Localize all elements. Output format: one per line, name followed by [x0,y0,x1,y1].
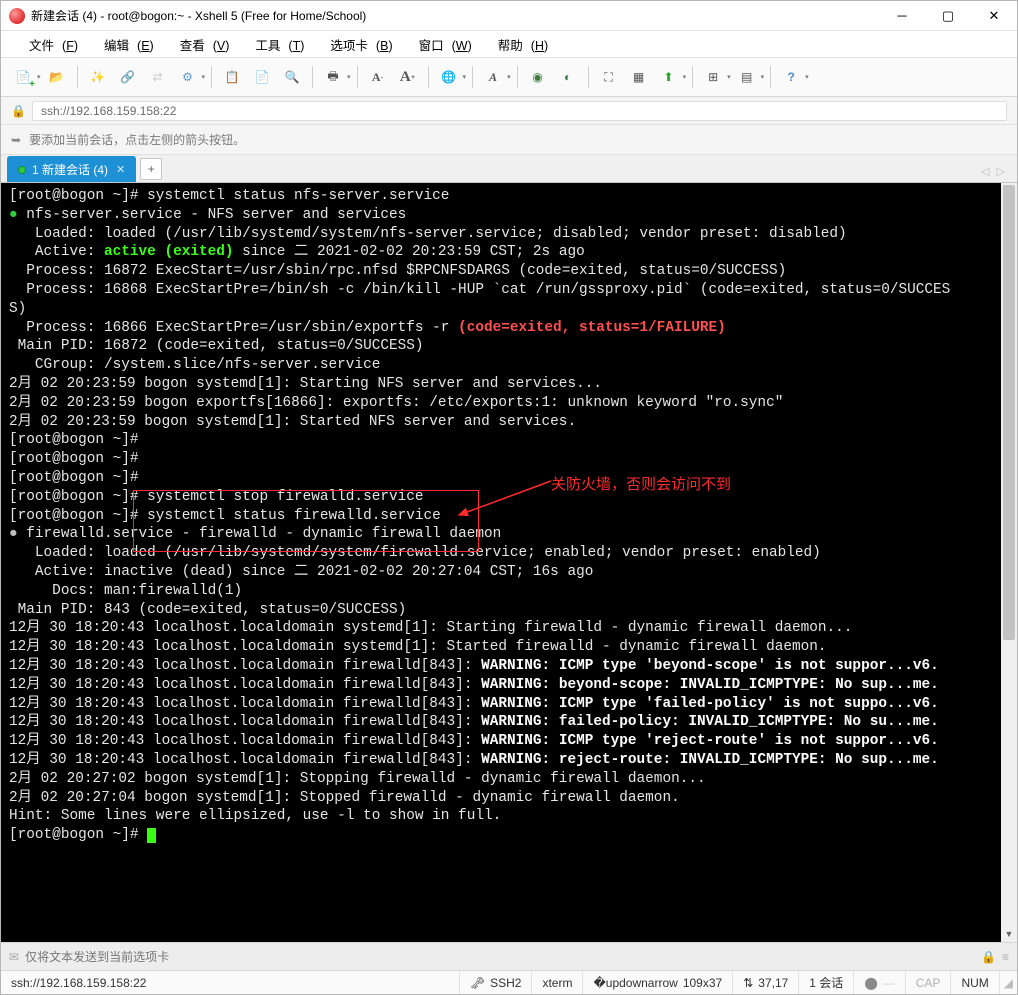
toolbar: 📄+▾ 📂 ✨ 🔗 ⇄ ⚙▾ 📋 📄 🔍 🖶▾ A- A+ 🌐▾ A▾ ◉ ◐ … [1,57,1017,97]
status-num: NUM [950,971,998,994]
status-traffic: ⬤— [853,971,904,994]
annotation-text: 关防火墙，否则会访问不到 [551,473,731,494]
menu-file[interactable]: 文件(F) [13,33,86,56]
send-lock-icon[interactable]: 🔒 [981,950,996,964]
tab-label: 1 新建会话 (4) [32,161,108,178]
status-term: xterm [531,971,582,994]
send-input[interactable] [25,950,975,964]
new-session-icon[interactable]: 📄+ [9,63,37,91]
status-size: �updownarrow109x37 [582,971,732,994]
status-cursor-pos: ⇅37,17 [732,971,798,994]
status-sessions: 1 会话 [798,971,853,994]
lock-icon: 🔒 [11,104,26,118]
tab-close-icon[interactable]: ✕ [116,163,125,176]
menu-help[interactable]: 帮助(H) [482,33,556,56]
session-hint-text: 要添加当前会话，点击左侧的箭头按钮。 [29,131,245,148]
copy-icon[interactable]: 📋 [218,63,246,91]
app-window: 新建会话 (4) - root@bogon:~ - Xshell 5 (Free… [0,0,1018,995]
transfer-icon[interactable]: ⬆ [655,63,683,91]
statusbar: ssh://192.168.159.158:22 🗝SSH2 xterm �up… [1,970,1017,994]
font-style-icon[interactable]: A [479,63,507,91]
print-icon[interactable]: 🖶 [319,63,347,91]
encoding-icon[interactable]: 🌐 [435,63,463,91]
terminal-area[interactable]: [root@bogon ~]# systemctl status nfs-ser… [1,183,1017,942]
menu-tabs[interactable]: 选项卡(B) [314,33,400,56]
close-button[interactable]: ✕ [971,1,1017,30]
open-icon[interactable]: 📂 [43,63,71,91]
status-connection: ssh://192.168.159.158:22 [1,971,156,994]
tab-session-1[interactable]: 1 新建会话 (4) ✕ [7,156,136,182]
layout-icon[interactable]: ▦ [625,63,653,91]
send-bar: ✉ 🔒 ≡ [1,942,1017,970]
addressbar: 🔒 ssh://192.168.159.158:22 [1,97,1017,125]
app-icon [9,8,25,24]
send-menu-icon[interactable]: ≡ [1002,950,1009,964]
send-icon[interactable]: ✉ [9,950,19,964]
menu-tools[interactable]: 工具(T) [239,33,312,56]
settings-icon[interactable]: ⚙ [174,63,202,91]
terminal-scrollbar[interactable]: ▲ ▼ [1001,183,1017,942]
new-tab-button[interactable]: + [140,158,162,180]
session-hint-bar: ➥ 要添加当前会话，点击左侧的箭头按钮。 [1,125,1017,155]
menu-edit[interactable]: 编辑(E) [88,33,162,56]
terminal-output[interactable]: [root@bogon ~]# systemctl status nfs-ser… [1,183,1001,942]
scroll-thumb[interactable] [1003,185,1015,640]
address-input[interactable]: ssh://192.168.159.158:22 [32,101,1007,121]
font-increase-icon[interactable]: A+ [394,63,422,91]
status-cap: CAP [905,971,951,994]
status-ssh: 🗝SSH2 [459,971,532,994]
tab-nav-arrows[interactable]: ◁ ▷ [981,165,1007,178]
menu-window[interactable]: 窗口(W) [403,33,480,56]
menu-view[interactable]: 查看(V) [164,33,238,56]
minimize-button[interactable]: ─ [879,1,925,30]
status-dot-icon [18,166,26,174]
window-title: 新建会话 (4) - root@bogon:~ - Xshell 5 (Free… [31,7,879,24]
menubar: 文件(F) 编辑(E) 查看(V) 工具(T) 选项卡(B) 窗口(W) 帮助(… [1,31,1017,57]
resize-grip-icon[interactable]: ◢ [999,971,1017,994]
tile-icon[interactable]: ▤ [733,63,761,91]
connect-icon[interactable]: 🔗 [114,63,142,91]
swap-icon[interactable]: ◐ [554,63,582,91]
color-scheme-icon[interactable]: ◉ [524,63,552,91]
titlebar[interactable]: 新建会话 (4) - root@bogon:~ - Xshell 5 (Free… [1,1,1017,31]
add-session-icon[interactable]: ➥ [11,133,21,147]
scroll-down-icon[interactable]: ▼ [1001,926,1017,942]
wand-icon[interactable]: ✨ [84,63,112,91]
help-icon[interactable]: ? [777,63,805,91]
new-window-icon[interactable]: ⊞ [699,63,727,91]
fullscreen-icon[interactable]: ⛶ [595,63,623,91]
font-decrease-icon[interactable]: A- [364,63,392,91]
disconnect-icon[interactable]: ⇄ [144,63,172,91]
search-icon[interactable]: 🔍 [278,63,306,91]
paste-icon[interactable]: 📄 [248,63,276,91]
maximize-button[interactable]: ▢ [925,1,971,30]
tabstrip: 1 新建会话 (4) ✕ + ◁ ▷ [1,155,1017,183]
